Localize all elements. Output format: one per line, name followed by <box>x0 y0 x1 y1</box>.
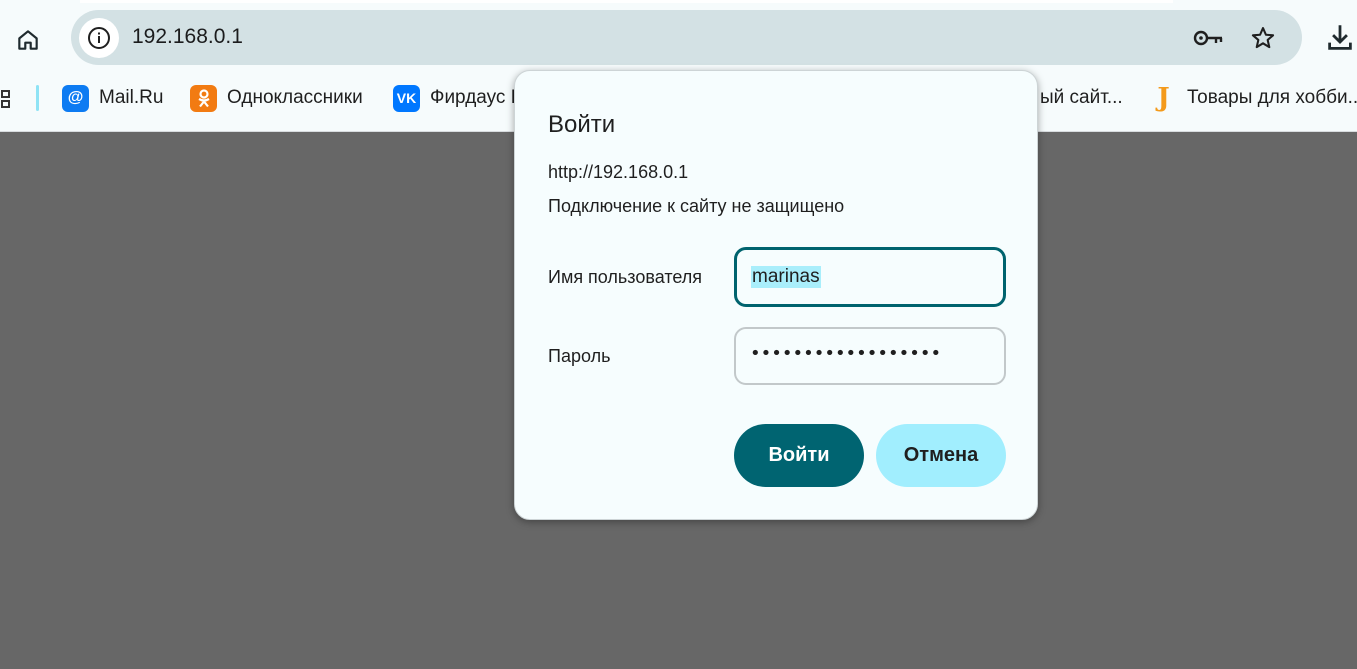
username-value: marinas <box>751 266 821 288</box>
cancel-button[interactable]: Отмена <box>876 424 1006 487</box>
url-text[interactable]: 192.168.0.1 <box>132 25 243 49</box>
bookmark-hobby[interactable]: J Товары для хобби... <box>1150 82 1357 114</box>
apps-icon[interactable] <box>0 87 14 111</box>
bookmark-odnoklassniki[interactable]: Одноклассники <box>190 82 363 114</box>
bookmark-label: Mail.Ru <box>99 87 164 108</box>
bookmark-partial[interactable]: ый сайт... <box>1040 82 1123 114</box>
key-icon <box>1193 30 1223 46</box>
auth-dialog: Войти http://192.168.0.1 Подключение к с… <box>514 70 1038 520</box>
bookmark-mailru[interactable]: @ Mail.Ru <box>62 82 163 114</box>
star-icon <box>1251 27 1275 49</box>
username-label: Имя пользователя <box>548 267 703 287</box>
home-button[interactable] <box>10 22 46 58</box>
browser-toolbar: 192.168.0.1 <box>0 0 1357 78</box>
info-icon <box>88 27 110 49</box>
password-label: Пароль <box>548 346 611 366</box>
downloads-button[interactable] <box>1322 20 1357 56</box>
password-input[interactable]: •••••••••••••••••• <box>734 327 1006 385</box>
bookmark-vk[interactable]: VK Фирдаус Н <box>393 82 524 114</box>
login-button[interactable]: Войти <box>734 424 864 487</box>
bookmark-label: ый сайт... <box>1040 87 1123 108</box>
username-input[interactable]: marinas <box>734 247 1006 307</box>
address-bar[interactable]: 192.168.0.1 <box>71 10 1302 65</box>
dialog-title: Войти <box>548 111 616 138</box>
dialog-url: http://192.168.0.1 <box>548 162 689 182</box>
mailru-at-icon: @ <box>62 84 89 112</box>
vk-icon: VK <box>393 84 420 112</box>
bookmark-label: Одноклассники <box>227 87 363 108</box>
home-icon <box>18 30 38 50</box>
password-manager-button[interactable] <box>1192 23 1226 53</box>
odnoklassniki-icon <box>190 84 217 112</box>
bookmark-star-button[interactable] <box>1247 22 1279 54</box>
password-value: •••••••••••••••••• <box>750 343 942 364</box>
bookmarks-divider <box>36 85 39 111</box>
yarn-shop-icon: J <box>1157 83 1170 113</box>
bookmark-label: Товары для хобби... <box>1187 87 1357 108</box>
download-icon <box>1328 25 1352 50</box>
connection-warning: Подключение к сайту не защищено <box>548 196 845 216</box>
site-info-button[interactable] <box>79 18 119 58</box>
bookmark-label: Фирдаус Н <box>430 87 525 108</box>
tab-strip-edge <box>80 0 1173 3</box>
